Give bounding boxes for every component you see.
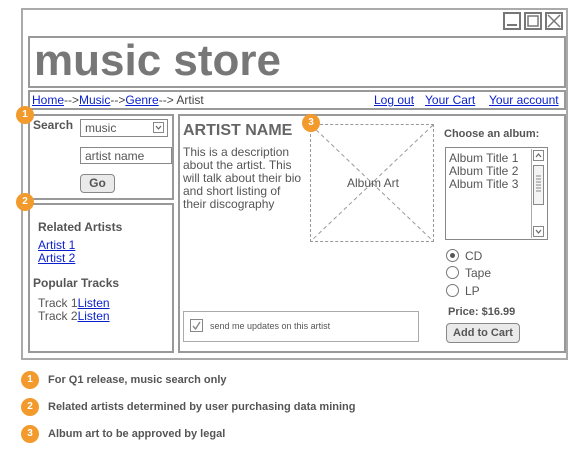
track-item: Track 2Listen [38,309,110,323]
artist-description: This is a description about the artist. … [183,145,302,211]
artist-name: ARTIST NAME [183,122,293,139]
price-label: Price: $16.99 [448,306,516,318]
go-button[interactable]: Go [80,174,115,193]
cart-link[interactable]: Your Cart [425,93,475,107]
album-option[interactable]: Album Title 3 [449,177,518,191]
maximize-icon[interactable] [524,12,542,30]
search-category-select[interactable]: music [80,119,168,137]
scroll-thumb[interactable] [533,165,544,205]
page-title: music store [28,36,566,88]
format-radio-tape[interactable] [446,266,459,279]
related-artist-link[interactable]: Artist 2 [38,251,75,265]
updates-box: send me updates on this artist [183,311,419,342]
track-name: Track 1 [38,296,78,310]
annotation-badge: 2 [16,193,34,211]
album-listbox[interactable]: Album Title 1 Album Title 2 Album Title … [445,147,548,240]
logout-link[interactable]: Log out [374,93,414,107]
breadcrumb-home-link[interactable]: Home [32,93,64,107]
album-option[interactable]: Album Title 2 [449,164,518,178]
breadcrumb-separator: --> [110,93,126,107]
album-art-label: Album Art [346,176,400,190]
album-art-placeholder: Album Art [310,124,434,242]
listen-link[interactable]: Listen [78,296,110,310]
breadcrumb-current: Artist [176,93,204,107]
popular-tracks-heading: Popular Tracks [33,276,120,290]
add-to-cart-button[interactable]: Add to Cart [446,323,520,343]
note-badge: 3 [21,425,39,443]
search-category-value: music [85,121,117,135]
minimize-icon[interactable] [503,12,521,30]
listen-link[interactable]: Listen [78,309,110,323]
note-badge: 2 [21,398,39,416]
chevron-down-icon [153,122,164,133]
format-label: LP [465,284,480,298]
scroll-up-icon[interactable] [533,150,544,161]
annotation-badge: 3 [302,114,320,132]
format-radio-cd[interactable] [446,249,459,262]
note-badge: 1 [21,371,39,389]
updates-checkbox[interactable] [190,319,203,332]
artist-search-input[interactable]: artist name [80,147,172,164]
note-text: Related artists determined by user purch… [48,401,356,413]
nav-bar: Home-->Music-->Genre--> Artist Log out Y… [28,90,566,110]
format-label: Tape [465,266,492,280]
track-name: Track 2 [38,309,78,323]
search-label: Search [33,118,74,132]
close-icon[interactable] [545,12,563,30]
format-label: CD [465,249,483,263]
account-link[interactable]: Your account [489,93,559,107]
related-artists-heading: Related Artists [38,220,123,234]
annotation-badge: 1 [16,106,34,124]
breadcrumb-separator: --> [64,93,80,107]
note-text: For Q1 release, music search only [48,374,227,386]
album-scrollbar[interactable] [531,149,545,238]
breadcrumb: Home-->Music-->Genre--> Artist [32,93,204,107]
choose-album-heading: Choose an album: [444,128,540,140]
album-option[interactable]: Album Title 1 [449,151,518,165]
format-radio-lp[interactable] [446,284,459,297]
breadcrumb-separator: --> [158,93,174,107]
breadcrumb-music-link[interactable]: Music [79,93,110,107]
note-text: Album art to be approved by legal [48,428,226,440]
updates-label: send me updates on this artist [210,321,331,331]
track-item: Track 1Listen [38,296,110,310]
scroll-down-icon[interactable] [533,226,544,237]
related-artist-link[interactable]: Artist 1 [38,238,75,252]
breadcrumb-genre-link[interactable]: Genre [125,93,158,107]
